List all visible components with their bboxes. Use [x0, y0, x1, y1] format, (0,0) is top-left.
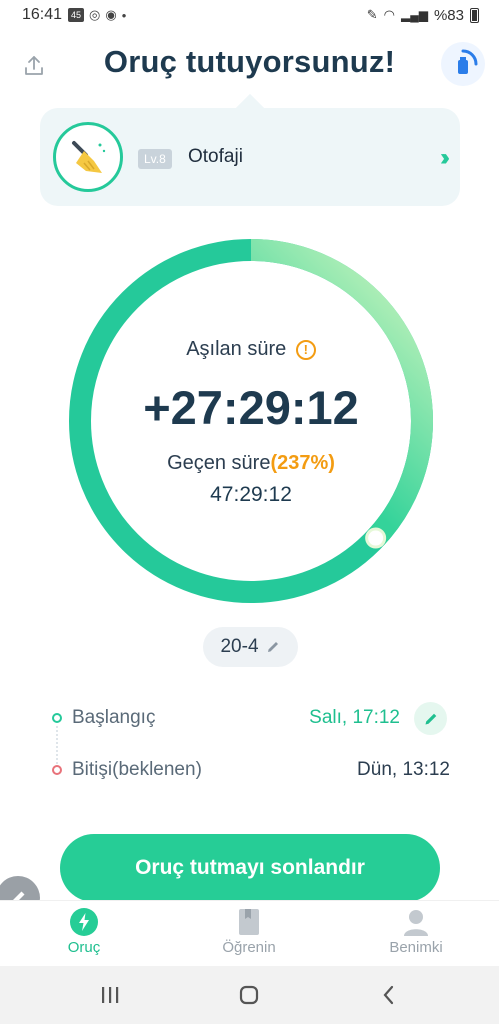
pencil-icon	[267, 642, 278, 652]
bottom-nav: Oruç Öğrenin Benimki	[0, 900, 499, 966]
person-icon	[404, 910, 428, 936]
system-nav-bar	[0, 966, 499, 1024]
start-label: Başlangıç	[72, 707, 156, 728]
more-notifications-icon: •	[121, 7, 127, 23]
pencil-icon	[425, 713, 436, 724]
pen-status-icon: ✎	[366, 7, 378, 22]
nav-label-oruc: Oruç	[67, 939, 101, 956]
chevron-right-icon: ››	[440, 144, 450, 171]
battery-icon	[470, 7, 479, 23]
over-time-label-row: Aşılan süre !	[66, 338, 436, 361]
recent-apps-icon	[102, 987, 119, 1003]
start-dot-icon	[52, 713, 62, 723]
back-icon	[383, 985, 394, 1005]
book-icon	[239, 909, 259, 935]
level-card[interactable]: Lv.8 Otofaji ››	[40, 108, 460, 206]
page-title: Oruç tutuyorsunuz!	[103, 44, 396, 79]
nav-item-learn[interactable]: Öğrenin	[189, 905, 309, 956]
elapsed-percent: (237%)	[270, 452, 335, 474]
nav-item-me[interactable]: Benimki	[356, 905, 476, 956]
end-fast-button[interactable]: Oruç tutmayı sonlandır	[60, 834, 440, 902]
edit-start-button[interactable]	[414, 702, 447, 735]
elapsed-time-value: 47:29:12	[210, 483, 292, 506]
end-value: Dün, 13:12	[357, 759, 450, 780]
start-value: Salı, 17:12	[309, 707, 400, 728]
info-warning-icon[interactable]: !	[295, 340, 316, 360]
nav-item-oruc[interactable]: Oruç	[24, 905, 144, 956]
end-label: Bitişi(beklenen)	[72, 759, 202, 780]
battery-level: %83	[433, 6, 464, 24]
bolt-icon	[70, 908, 98, 936]
notification-icon: ◉	[105, 7, 117, 22]
fasting-plan-label: 20-4	[220, 636, 259, 657]
level-avatar	[53, 122, 123, 192]
home-button[interactable]	[234, 982, 264, 1008]
status-time: 16:41	[22, 6, 63, 23]
sync-button[interactable]	[441, 42, 485, 86]
progress-ring: Aşılan süre ! +27:29:12 Geçen süre(237%)…	[66, 236, 436, 606]
start-time-row: Başlangıç Salı, 17:12	[50, 700, 450, 740]
recent-apps-button[interactable]	[95, 982, 125, 1008]
nav-label-me: Benimki	[389, 939, 443, 956]
signal-icon: ▂▄▆	[401, 8, 428, 22]
status-right: ✎ ◠ ▂▄▆ %83	[367, 0, 479, 30]
header: Oruç tutuyorsunuz!	[0, 42, 499, 92]
home-icon	[239, 985, 259, 1005]
level-stage-name: Otofaji	[188, 146, 243, 167]
elapsed-label-row: Geçen süre(237%)	[66, 452, 436, 475]
back-button[interactable]	[374, 982, 404, 1008]
sync-icon	[458, 49, 478, 74]
end-time-row: Bitişi(beklenen) Dün, 13:12	[50, 752, 450, 792]
wifi-icon: ◠	[383, 7, 395, 22]
elapsed-label: Geçen süre	[167, 452, 271, 474]
end-dot-icon	[52, 765, 62, 775]
whatsapp-icon: ◎	[89, 7, 101, 22]
broom-icon	[72, 141, 106, 173]
over-time-label: Aşılan süre	[186, 338, 287, 360]
level-badge: Lv.8	[138, 149, 172, 169]
over-time-value: +27:29:12	[143, 381, 359, 434]
fasting-plan-chip[interactable]: 20-4	[203, 627, 298, 667]
notification-badge-icon: 45	[68, 8, 85, 22]
nav-label-learn: Öğrenin	[222, 939, 276, 956]
